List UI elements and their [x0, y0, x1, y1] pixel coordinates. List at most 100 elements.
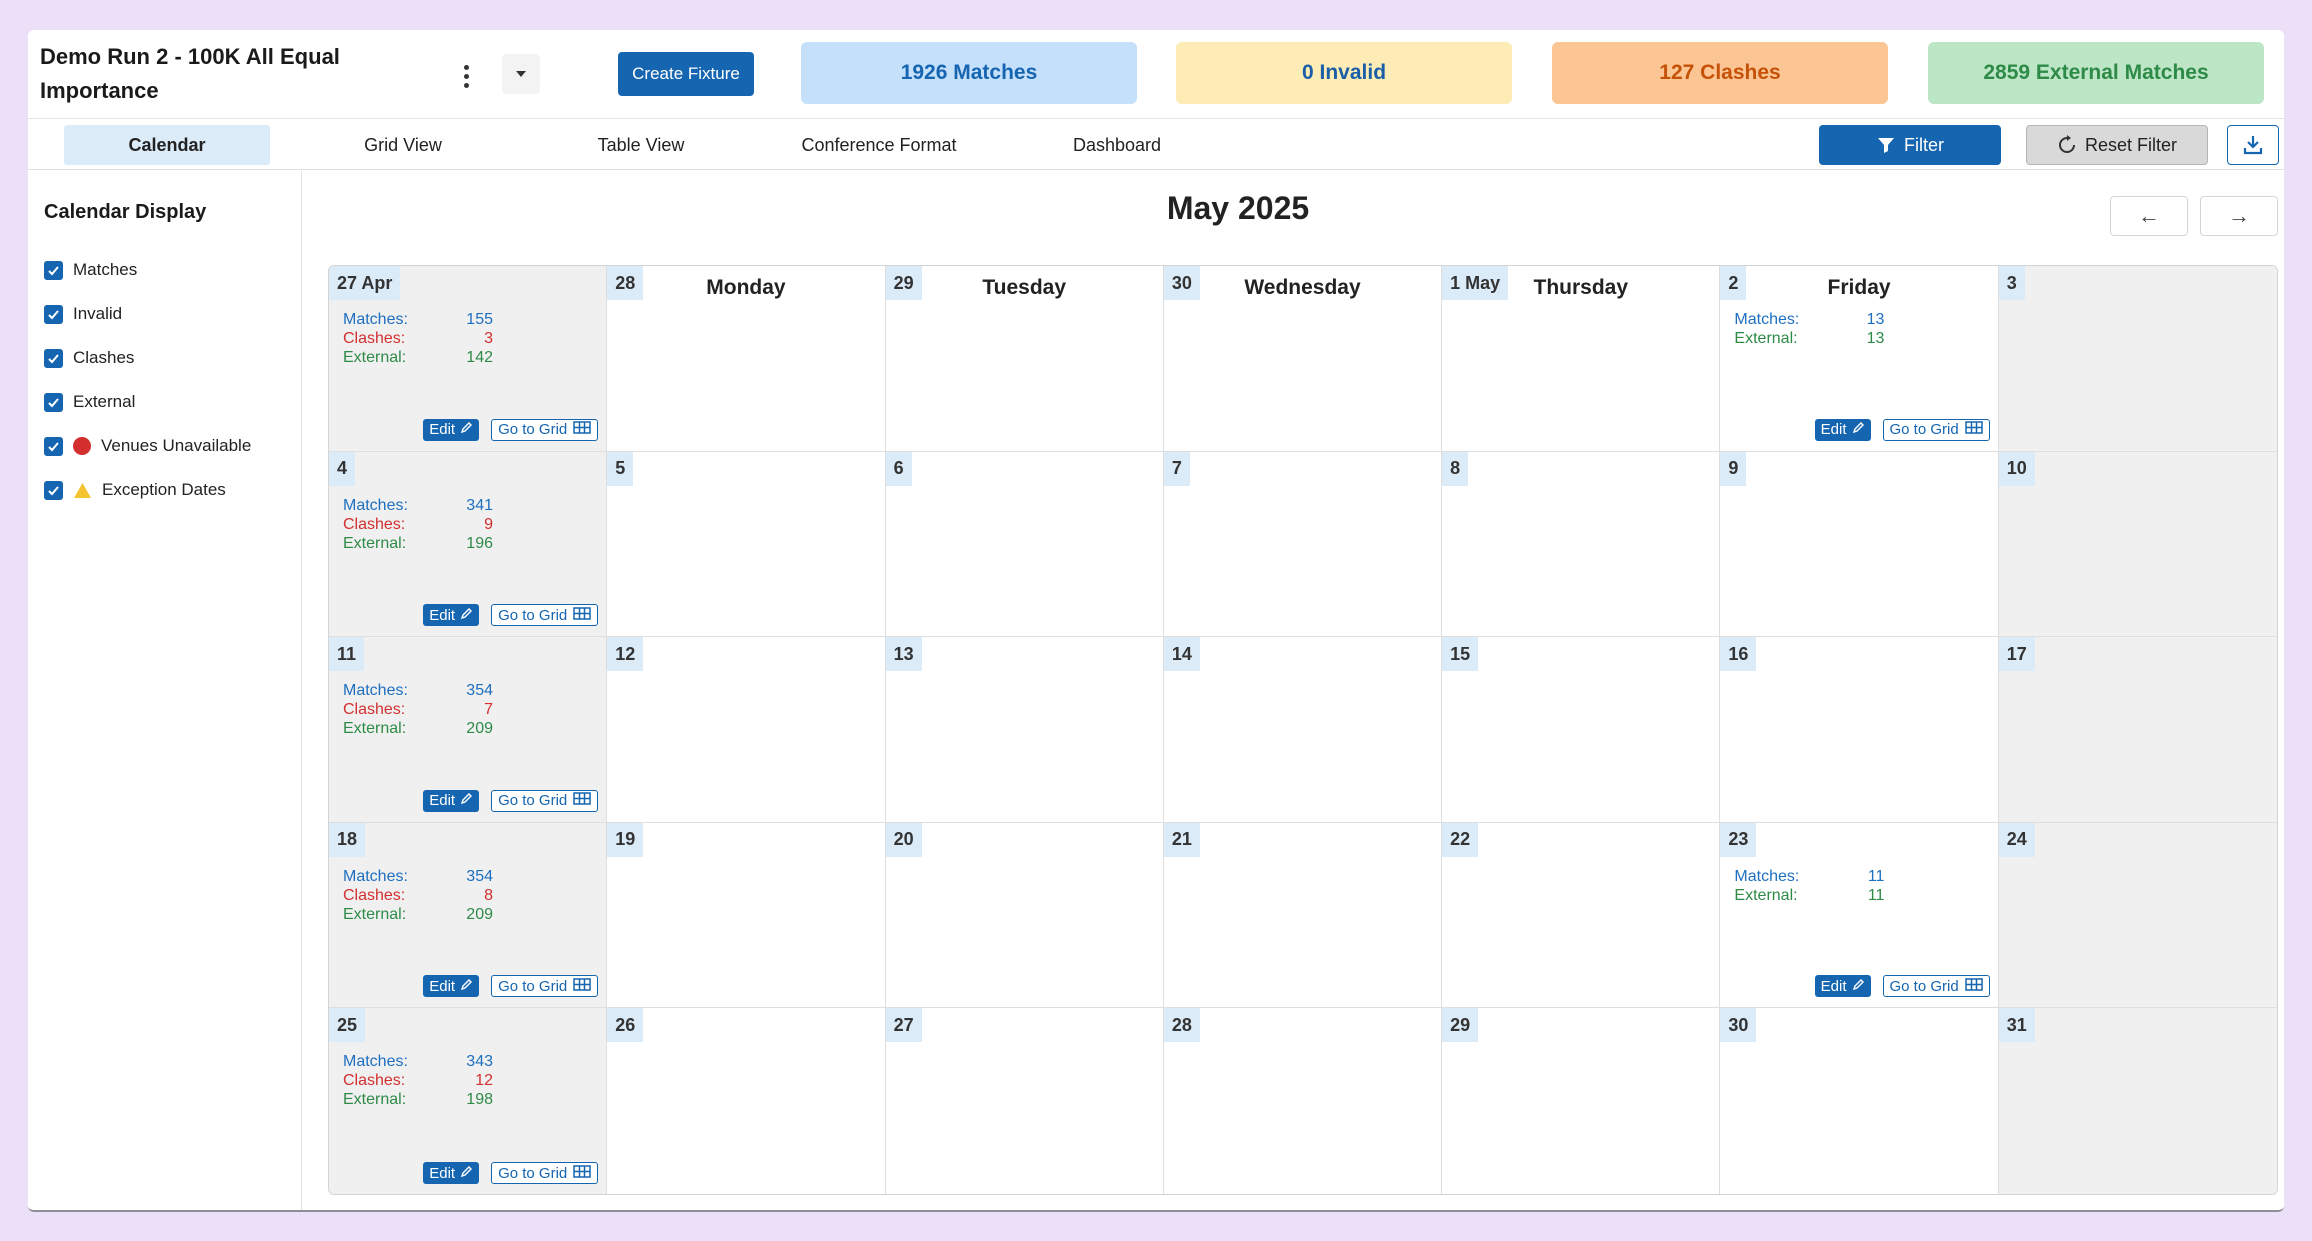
legend-item-venues-unavailable[interactable]: Venues Unavailable	[44, 434, 251, 458]
edit-day-button[interactable]: Edit	[1814, 418, 1871, 441]
go-to-grid-button[interactable]: Go to Grid	[491, 1162, 599, 1184]
calendar-day-cell[interactable]: 10	[1998, 451, 2277, 638]
calendar-day-cell[interactable]: 13	[885, 637, 1164, 823]
calendar-day-cell[interactable]: 28	[1163, 1008, 1443, 1194]
day-number: 23	[1720, 822, 1757, 857]
matches-count-badge[interactable]: 1926 Matches	[801, 42, 1137, 104]
calendar-day-cell[interactable]: 27 Apr Matches: 155 Clashes: 3 External: 142 Ed…	[329, 266, 608, 452]
calendar-day-cell[interactable]: 12	[607, 637, 886, 823]
calendar-day-cell[interactable]: 18 Matches: 354 Clashes: 8 External: 209 Edit Go…	[329, 822, 608, 1009]
calendar-day-cell[interactable]: 30 Wednesday	[1163, 266, 1443, 452]
legend-item-external[interactable]: External	[44, 390, 135, 414]
calendar-day-cell[interactable]: 31	[1998, 1008, 2277, 1194]
pencil-icon	[460, 978, 473, 995]
pencil-icon	[460, 792, 473, 809]
calendar-day-cell[interactable]: 5	[607, 451, 886, 638]
calendar-day-cell[interactable]: 21	[1163, 822, 1443, 1009]
reset-filter-button[interactable]: Reset Filter	[2026, 125, 2208, 165]
grid-icon	[573, 421, 592, 438]
calendar-day-cell[interactable]: 8	[1442, 451, 1721, 638]
go-to-grid-label: Go to Grid	[1889, 421, 1959, 439]
edit-day-button[interactable]: Edit	[423, 1162, 480, 1184]
calendar-day-cell[interactable]: 29	[1442, 1008, 1721, 1194]
checkbox-checked-icon[interactable]	[44, 392, 63, 412]
calendar-day-cell[interactable]: 3	[1998, 266, 2277, 452]
checkbox-checked-icon[interactable]	[44, 304, 63, 324]
run-dropdown-button[interactable]	[502, 54, 540, 94]
clashes-count-badge[interactable]: 127 Clashes	[1552, 42, 1888, 104]
checkbox-checked-icon[interactable]	[44, 436, 63, 456]
tab-conference-format[interactable]: Conference Format	[776, 125, 982, 165]
day-number: 3	[1998, 266, 2025, 300]
legend-item-matches[interactable]: Matches	[44, 258, 137, 282]
edit-day-button[interactable]: Edit	[423, 604, 480, 627]
calendar-day-cell[interactable]: 26	[607, 1008, 886, 1194]
create-fixture-button[interactable]: Create Fixture	[618, 52, 754, 96]
edit-label: Edit	[1820, 421, 1847, 439]
edit-day-button[interactable]: Edit	[423, 418, 480, 441]
go-to-grid-button[interactable]: Go to Grid	[491, 604, 599, 627]
invalid-count-badge[interactable]: 0 Invalid	[1176, 42, 1512, 104]
calendar-day-cell[interactable]: 30	[1720, 1008, 1999, 1194]
edit-label: Edit	[1820, 977, 1847, 995]
calendar-day-cell[interactable]: 1 May Thursday	[1442, 266, 1721, 452]
calendar-day-cell[interactable]: 19	[607, 822, 886, 1009]
calendar-day-cell[interactable]: 7	[1163, 451, 1443, 638]
calendar-day-cell[interactable]: 6	[885, 451, 1164, 638]
calendar-day-cell[interactable]: 17	[1998, 637, 2277, 823]
edit-day-button[interactable]: Edit	[423, 789, 480, 812]
matches-stat-value: 354	[466, 682, 493, 700]
calendar-day-cell[interactable]: 28 Monday	[607, 266, 886, 452]
calendar-day-cell[interactable]: 2 Friday Matches: 13 External: 13 Edit Go to Gr…	[1720, 266, 1999, 452]
day-number: 28	[607, 266, 644, 300]
checkbox-checked-icon[interactable]	[44, 260, 63, 280]
month-title: May 2025	[1166, 190, 1310, 226]
calendar-day-cell[interactable]: 22	[1442, 822, 1721, 1009]
previous-month-button[interactable]: ←	[2110, 196, 2188, 236]
calendar-day-cell[interactable]: 9	[1720, 451, 1999, 638]
calendar-day-cell[interactable]: 15	[1442, 637, 1721, 823]
calendar-day-cell[interactable]: 29 Tuesday	[885, 266, 1164, 452]
go-to-grid-button[interactable]: Go to Grid	[491, 975, 599, 998]
calendar-day-cell[interactable]: 24	[1998, 822, 2277, 1009]
calendar-day-cell[interactable]: 4 Matches: 341 Clashes: 9 External: 196 Edit Go …	[329, 451, 608, 638]
calendar-day-cell[interactable]: 16	[1720, 637, 1999, 823]
calendar-day-cell[interactable]: 27	[885, 1008, 1164, 1194]
external-stat-value: 196	[466, 534, 493, 552]
filter-button[interactable]: Filter	[1819, 125, 2001, 165]
download-button[interactable]	[2227, 125, 2279, 165]
tab-grid-view[interactable]: Grid View	[300, 125, 506, 165]
tab-dashboard[interactable]: Dashboard	[1014, 125, 1220, 165]
tab-table-view[interactable]: Table View	[538, 125, 744, 165]
edit-day-button[interactable]: Edit	[423, 975, 480, 998]
day-actions: Edit Go to Grid	[423, 975, 599, 998]
legend-item-exception-dates[interactable]: Exception Dates	[44, 478, 226, 502]
clashes-stat-value: 9	[484, 515, 493, 533]
calendar-day-cell[interactable]: 14	[1163, 637, 1443, 823]
legend-item-invalid[interactable]: Invalid	[44, 302, 122, 326]
calendar-day-cell[interactable]: 25 Matches: 343 Clashes: 12 External: 198 Edit G…	[329, 1008, 608, 1194]
calendar-day-cell[interactable]: 23 Matches: 11 External: 11 Edit Go to Grid	[1720, 822, 1999, 1009]
matches-stat-value: 13	[1866, 311, 1885, 328]
external-stat-value: 11	[1867, 886, 1885, 904]
go-to-grid-button[interactable]: Go to Grid	[1882, 418, 1990, 441]
day-stats: Matches: 354 Clashes: 8 External: 209	[343, 867, 493, 924]
more-options-icon[interactable]	[448, 58, 484, 94]
checkbox-checked-icon[interactable]	[44, 480, 63, 500]
go-to-grid-button[interactable]: Go to Grid	[491, 789, 599, 812]
tab-calendar[interactable]: Calendar	[64, 125, 270, 165]
checkbox-checked-icon[interactable]	[44, 348, 63, 368]
go-to-grid-button[interactable]: Go to Grid	[491, 418, 599, 441]
go-to-grid-button[interactable]: Go to Grid	[1882, 975, 1990, 998]
legend-item-clashes[interactable]: Clashes	[44, 346, 134, 370]
clashes-stat-value: 3	[484, 330, 493, 347]
calendar-day-cell[interactable]: 20	[885, 822, 1164, 1009]
clashes-stat-value: 7	[484, 701, 493, 719]
next-month-button[interactable]: →	[2200, 196, 2278, 236]
clashes-stat-value: 12	[475, 1072, 493, 1090]
edit-day-button[interactable]: Edit	[1814, 975, 1871, 998]
day-stats: Matches: 155 Clashes: 3 External: 142	[343, 310, 493, 367]
external-matches-badge[interactable]: 2859 External Matches	[1928, 42, 2264, 104]
calendar-day-cell[interactable]: 11 Matches: 354 Clashes: 7 External: 209 Edit Go…	[329, 637, 608, 823]
matches-stat-label: Matches:	[343, 867, 408, 885]
